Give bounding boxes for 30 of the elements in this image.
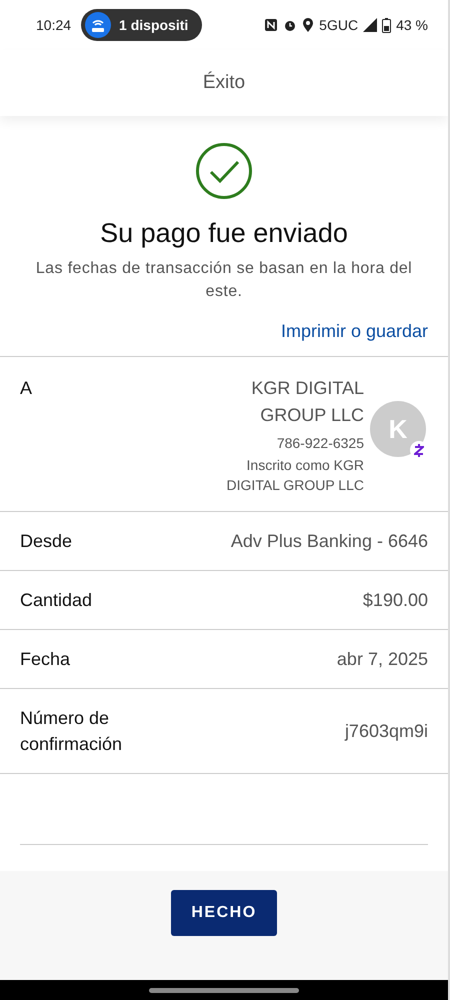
detail-label: A [20,377,32,400]
detail-value: abr 7, 2025 [336,648,428,671]
recipient-phone: 786-922-6325 [276,434,364,453]
detail-value: $190.00 [362,589,428,612]
notification-text: 1 dispositi [119,17,188,33]
detail-label: Fecha [20,648,72,671]
detail-value: Adv Plus Banking - 6646 [230,530,428,553]
network-type: 5GUC [319,17,358,33]
battery-icon [382,18,392,32]
detail-label: Cantidad [20,589,94,612]
signal-icon [363,18,378,32]
router-icon [85,12,112,38]
success-note: Las fechas de transacción se basan en la hora del este. [34,259,414,302]
battery-percent: 43 % [396,17,428,33]
page-title: Éxito [0,50,448,116]
done-button[interactable]: HECHO [171,890,277,936]
detail-label: Desde [20,530,74,553]
check-circle-icon [195,142,253,200]
clock: 10:24 [36,17,72,33]
detail-label: Número de confirmación [20,707,124,756]
detail-value: j7603qm9i [344,720,428,743]
success-title: Su pago fue enviado [100,218,348,249]
print-save-link[interactable]: Imprimir o guardar [280,321,428,342]
location-icon [302,18,314,32]
home-handle[interactable] [149,988,299,992]
recipient-name: KGR DIGITAL GROUP LLC [250,377,364,427]
alarm-icon [283,18,298,32]
enrolled-name: Inscrito como KGR DIGITAL GROUP LLC [226,456,364,495]
notification-chip[interactable]: 1 dispositi [81,9,202,41]
nfc-icon [264,18,278,32]
